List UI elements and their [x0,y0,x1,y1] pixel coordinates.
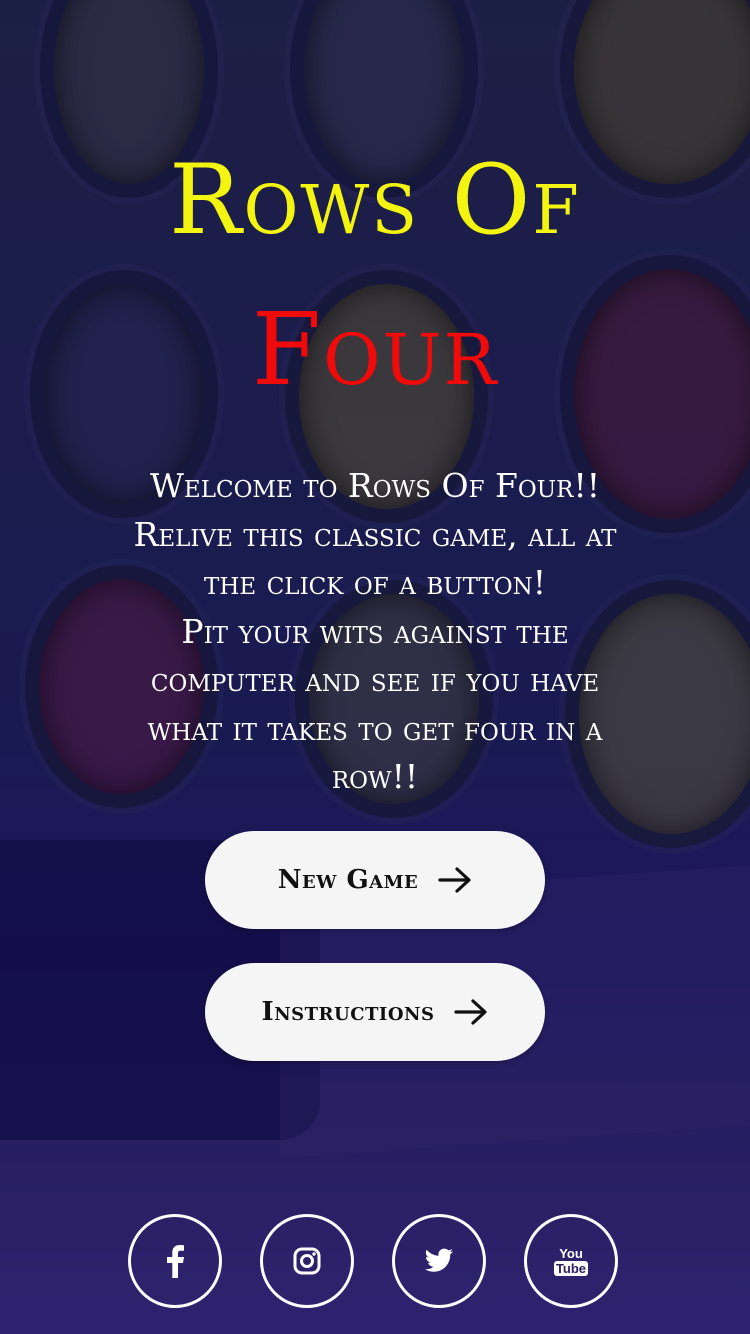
instructions-label: Instructions [261,997,435,1027]
instructions-button[interactable]: Instructions [205,963,545,1061]
intro-line: computer and see if you have [150,660,600,699]
youtube-text-bottom: Tube [553,1260,589,1276]
title-line-1: Rows Of [169,144,581,256]
intro-line: Pit your wits against the [181,611,569,651]
instagram-icon [293,1247,321,1275]
facebook-icon [167,1245,184,1278]
intro-line: Relive this classic game, all at [133,514,617,554]
landing-page: Rows Of Four Welcome to Rows Of Four!! R… [0,0,750,1334]
facebook-link[interactable] [128,1214,222,1308]
youtube-icon: You Tube [553,1245,589,1276]
arrow-right-icon [438,867,471,893]
intro-line: what it takes to get four in a [147,708,603,748]
instagram-link[interactable] [260,1214,354,1308]
youtube-text-top: You [559,1245,583,1261]
youtube-link[interactable]: You Tube [524,1214,618,1308]
intro-line: Welcome to Rows Of Four!! [149,466,601,505]
new-game-label: New Game [277,865,419,895]
twitter-link[interactable] [392,1214,486,1308]
intro-line: the click of a button! [204,563,546,602]
twitter-icon [424,1248,453,1272]
intro-line: row!! [331,757,419,796]
new-game-button[interactable]: New Game [205,831,545,929]
arrow-right-icon [454,999,488,1025]
title-line-2: Four [251,291,499,408]
intro-text: Welcome to Rows Of Four!! Relive this cl… [70,462,680,802]
